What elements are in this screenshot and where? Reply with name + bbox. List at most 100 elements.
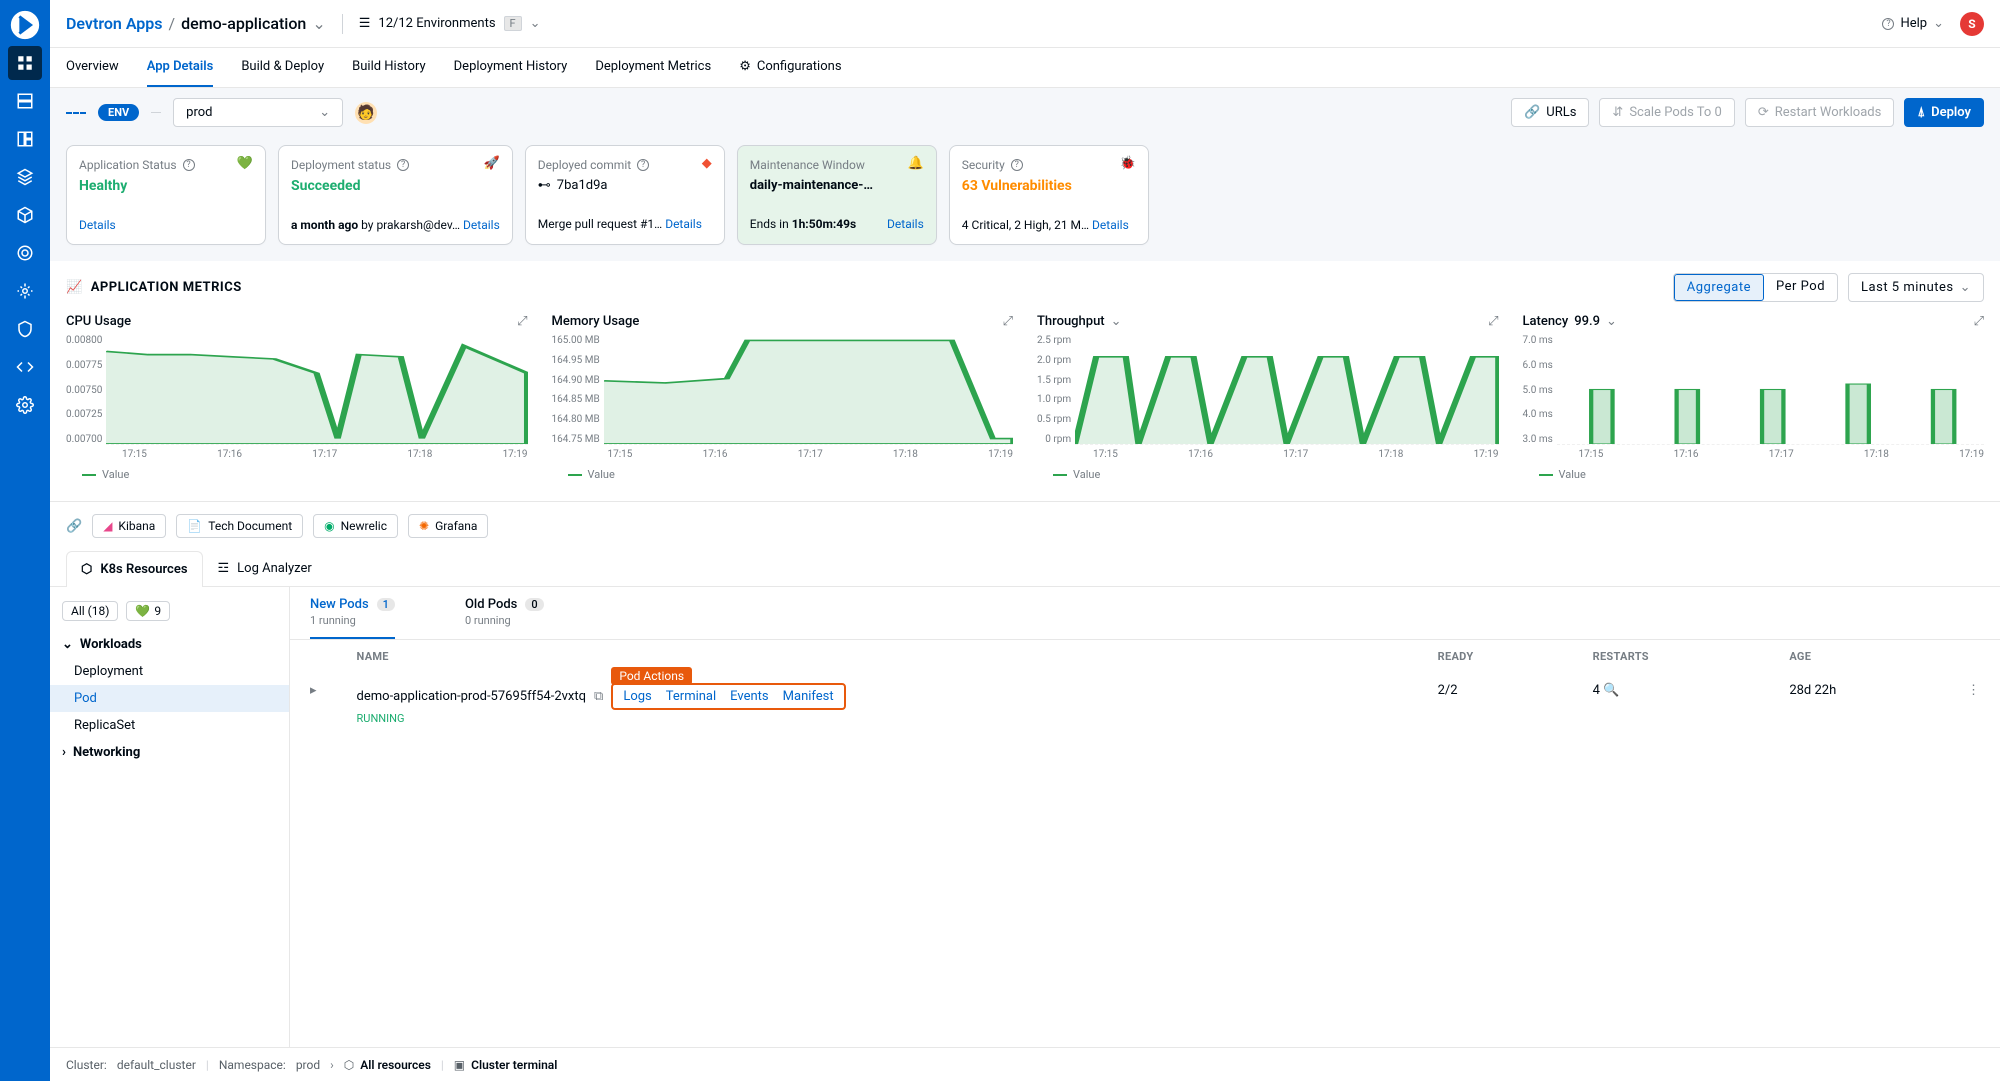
tree-networking[interactable]: ›Networking: [50, 739, 289, 766]
pod-actions-label: Pod Actions: [611, 667, 692, 685]
nav-app-groups[interactable]: [8, 84, 42, 118]
expand-icon[interactable]: ⤢: [1488, 314, 1498, 329]
help-icon: ?: [1882, 18, 1894, 30]
info-icon[interactable]: ?: [637, 159, 649, 171]
pods-tab-new[interactable]: New Pods1 1 running: [310, 597, 395, 639]
restart-button[interactable]: ⟳Restart Workloads: [1745, 98, 1894, 127]
footer-ns-label: Namespace:: [219, 1058, 286, 1072]
action-logs[interactable]: Logs: [623, 689, 651, 704]
mem-sparkline: [604, 335, 1013, 444]
expand-icon[interactable]: ⤢: [1003, 314, 1013, 329]
pill-health[interactable]: 💚9: [126, 601, 170, 621]
chip-techdoc[interactable]: 📄Tech Document: [176, 514, 303, 538]
deploy-button[interactable]: ⍋Deploy: [1904, 98, 1984, 127]
nav-security[interactable]: [8, 312, 42, 346]
link-icon: 🔗: [1524, 105, 1540, 120]
aggregate-toggle: Aggregate Per Pod: [1673, 273, 1838, 302]
tab-overview[interactable]: Overview: [66, 48, 119, 87]
details-link[interactable]: Details: [665, 217, 702, 231]
bell-icon: 🔔: [908, 156, 924, 171]
chevron-down-icon[interactable]: ⌄: [312, 14, 325, 33]
footer-ns: prod: [296, 1058, 320, 1072]
old-count: 0: [525, 598, 543, 611]
tab-build-deploy[interactable]: Build & Deploy: [241, 48, 324, 87]
chevron-down-icon[interactable]: ⌄: [1111, 314, 1122, 329]
details-link[interactable]: Details: [887, 217, 924, 231]
nav-code[interactable]: [8, 350, 42, 384]
scale-pods-button[interactable]: ⇵Scale Pods To 0: [1599, 98, 1734, 127]
expand-icon[interactable]: ⤢: [1974, 314, 1984, 329]
tab-configurations[interactable]: ⚙Configurations: [739, 48, 841, 87]
terminal-icon: ▣: [454, 1058, 465, 1072]
tree-replicaset[interactable]: ReplicaSet: [50, 712, 289, 739]
legend-swatch: [82, 474, 96, 476]
nav-resource-browser[interactable]: [8, 122, 42, 156]
copy-icon[interactable]: ⧉: [594, 689, 603, 704]
chevron-down-icon: ⌄: [1933, 16, 1944, 31]
pods-tab-old[interactable]: Old Pods0 0 running: [465, 597, 544, 639]
nav-package[interactable]: [8, 198, 42, 232]
details-link[interactable]: Details: [1092, 218, 1129, 232]
pod-status: RUNNING: [357, 712, 1398, 725]
time-range-select[interactable]: Last 5 minutes⌄: [1848, 273, 1984, 302]
chevron-down-icon[interactable]: ⌄: [1606, 314, 1617, 329]
card-title-text: Deployed commit: [538, 158, 631, 172]
nav-bulk-edit[interactable]: [8, 236, 42, 270]
expand-icon[interactable]: ⤢: [517, 314, 527, 329]
urls-button[interactable]: 🔗URLs: [1511, 98, 1589, 127]
tab-app-details[interactable]: App Details: [147, 48, 214, 87]
details-link[interactable]: Details: [79, 218, 116, 232]
info-icon[interactable]: ?: [1011, 159, 1023, 171]
footer-all-resources[interactable]: ⬡All resources: [344, 1058, 431, 1072]
info-icon[interactable]: ?: [183, 159, 195, 171]
chip-newrelic[interactable]: ◉Newrelic: [313, 514, 398, 538]
env-filter-text: 12/12 Environments: [378, 16, 495, 31]
scale-icon: ⇵: [1612, 105, 1623, 120]
action-manifest[interactable]: Manifest: [783, 689, 834, 704]
env-filter[interactable]: ☰ 12/12 Environments F ⌄: [359, 16, 541, 31]
y-axis: 2.5 rpm2.0 rpm1.5 rpm1.0 rpm0.5 rpm0 rpm: [1037, 335, 1075, 445]
footer-cluster-terminal[interactable]: ▣Cluster terminal: [454, 1058, 558, 1072]
chip-kibana[interactable]: ◢Kibana: [92, 514, 166, 538]
details-link[interactable]: Details: [463, 218, 500, 232]
chevron-down-icon: ⌄: [62, 637, 73, 652]
cube-icon: ⬡: [344, 1058, 354, 1072]
nav-global-config[interactable]: [8, 388, 42, 422]
nav-applications[interactable]: [8, 46, 42, 80]
rocket-icon: 🚀: [484, 156, 500, 171]
expand-row-icon[interactable]: ▸: [310, 683, 317, 698]
help-menu[interactable]: ? Help ⌄: [1882, 16, 1944, 31]
info-icon[interactable]: ?: [397, 159, 409, 171]
action-events[interactable]: Events: [730, 689, 768, 704]
pill-all[interactable]: All (18): [62, 601, 118, 621]
nav-charts[interactable]: [8, 160, 42, 194]
perpod-button[interactable]: Per Pod: [1764, 274, 1837, 301]
x-axis: 17:1517:1617:1717:1817:19: [552, 449, 1014, 460]
env-selected: prod: [186, 105, 212, 120]
row-menu-icon[interactable]: ⋮: [1947, 673, 2000, 735]
tree-deployment[interactable]: Deployment: [50, 658, 289, 685]
charts-row: CPU Usage ⤢ 0.008000.007750.007500.00725…: [50, 302, 2000, 489]
tab-log-analyzer[interactable]: ☲Log Analyzer: [203, 550, 327, 586]
tree-pod[interactable]: Pod: [50, 685, 289, 712]
tree-workloads[interactable]: ⌄Workloads: [50, 631, 289, 658]
action-terminal[interactable]: Terminal: [666, 689, 716, 704]
tab-deployment-history[interactable]: Deployment History: [454, 48, 568, 87]
magnify-icon[interactable]: 🔍: [1603, 683, 1619, 698]
breadcrumb-root[interactable]: Devtron Apps: [66, 14, 163, 33]
chip-grafana[interactable]: ✺Grafana: [408, 514, 488, 538]
tab-k8s-resources[interactable]: ⬡K8s Resources: [66, 551, 203, 587]
maint-time: 1h:50m:49s: [792, 217, 856, 231]
tab-build-history[interactable]: Build History: [352, 48, 426, 87]
external-links: 🔗 ◢Kibana 📄Tech Document ◉Newrelic ✺Graf…: [50, 501, 2000, 550]
deploy-by: by prakarsh@dev…: [361, 218, 460, 232]
heart-icon: 💚: [135, 604, 150, 618]
tab-deployment-metrics[interactable]: Deployment Metrics: [595, 48, 711, 87]
status-cards: Application Status? Healthy 💚 Details De…: [50, 137, 2000, 261]
security-value: 63 Vulnerabilities: [962, 178, 1136, 194]
aggregate-button[interactable]: Aggregate: [1674, 274, 1764, 301]
env-select[interactable]: prod ⌄: [173, 98, 343, 127]
avatar[interactable]: S: [1960, 12, 1984, 36]
old-sub: 0 running: [465, 614, 544, 627]
nav-clusters[interactable]: [8, 274, 42, 308]
